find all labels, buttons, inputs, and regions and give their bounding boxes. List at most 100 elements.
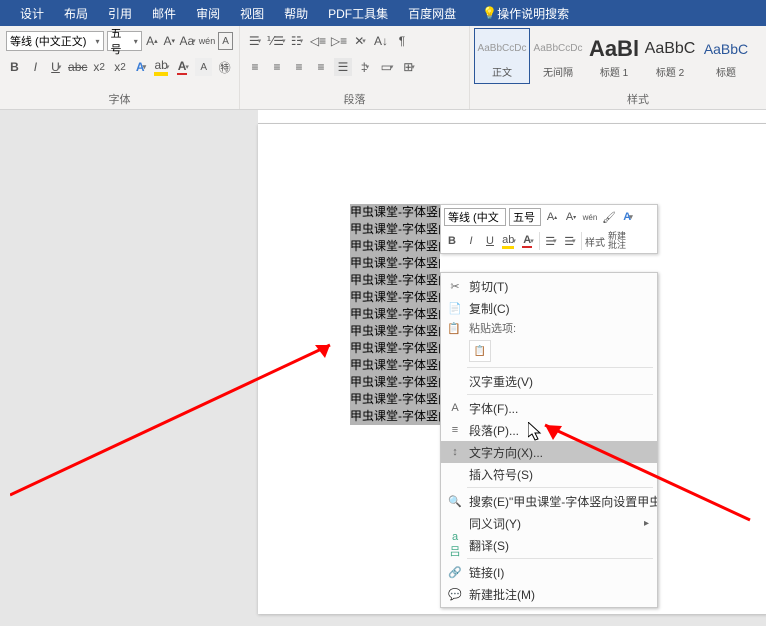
menu-copy[interactable]: 📄复制(C) (441, 297, 657, 319)
shading-button[interactable]: ▭ ▾ (378, 58, 396, 76)
mini-font-name[interactable]: 等线 (中文 (444, 208, 506, 226)
tab-baidu-netdisk[interactable]: 百度网盘 (398, 0, 466, 26)
char-border-button[interactable]: A (218, 32, 233, 50)
asian-layout-button[interactable]: ✕ ▾ (351, 32, 369, 50)
shrink-font-button[interactable]: A▾ (162, 32, 176, 50)
tab-view[interactable]: 视图 (230, 0, 274, 26)
styles-group: AaBbCcDc 正文 AaBbCcDc 无间隔 AaBl 标题 1 AaBbC… (470, 26, 766, 109)
line-spacing-button[interactable]: ‡ ▾ (356, 58, 374, 76)
tab-help[interactable]: 帮助 (274, 0, 318, 26)
menu-text-direction[interactable]: ↕文字方向(X)... (441, 441, 657, 463)
mini-bold[interactable]: B (444, 233, 460, 249)
menu-font[interactable]: A字体(F)... (441, 397, 657, 419)
superscript-button[interactable]: x2 (112, 58, 129, 76)
menu-synonym[interactable]: 同义词(Y)▸ (441, 512, 657, 534)
ribbon-body: 等线 (中文正文)▾ 五号▾ A▴ A▾ Aa ▾ wén A B I U ▾ … (0, 26, 766, 110)
tab-review[interactable]: 审阅 (186, 0, 230, 26)
multilevel-list-button[interactable]: ☷ ▾ (288, 32, 306, 50)
font-color-button[interactable]: A ▾ (174, 58, 191, 76)
selected-text-block[interactable]: 甲虫课堂-字体竖向设置 甲虫课堂-字体竖向 甲虫课堂-字体竖向 甲虫课堂-字体竖… (350, 204, 440, 425)
char-shading-button[interactable]: A (195, 58, 212, 76)
style-normal[interactable]: AaBbCcDc 正文 (474, 28, 530, 84)
text-line: 甲虫课堂-字体竖向设置 (350, 255, 440, 272)
translate-icon: a吕 (447, 531, 463, 559)
menu-hanzi-reconvert[interactable]: 汉字重选(V) (441, 370, 657, 392)
paragraph-group-label: 段落 (240, 91, 469, 107)
bullets-button[interactable]: ☰ ▾ (246, 32, 264, 50)
style-no-spacing[interactable]: AaBbCcDc 无间隔 (530, 28, 586, 84)
text-line: 甲虫课堂-字体竖向 (350, 272, 440, 289)
tell-me[interactable]: 💡 操作说明搜索 (472, 0, 579, 26)
numbering-button[interactable]: ⅟☰ ▾ (267, 32, 285, 50)
menu-insert-symbol[interactable]: 插入符号(S) (441, 463, 657, 485)
mini-new-comment[interactable]: 新建 批注 (608, 233, 626, 249)
align-left-button[interactable]: ≡ (246, 58, 264, 76)
text-line: 甲虫课堂-字体竖向 (350, 289, 440, 306)
horizontal-ruler[interactable] (258, 110, 766, 124)
text-effects-button[interactable]: A ▾ (133, 58, 150, 76)
ribbon-tab-bar: 设计 布局 引用 邮件 审阅 视图 帮助 PDF工具集 百度网盘 💡 操作说明搜… (0, 0, 766, 26)
menu-search[interactable]: 🔍搜索(E)"甲虫课堂-字体竖向设置甲虫课... (441, 490, 657, 512)
style-heading-1[interactable]: AaBl 标题 1 (586, 28, 642, 84)
change-case-button[interactable]: Aa ▾ (179, 32, 195, 50)
mini-format-painter[interactable]: 🖌 (601, 209, 617, 225)
mini-italic[interactable]: I (463, 233, 479, 249)
strikethrough-button[interactable]: abc (69, 58, 87, 76)
mini-font-color[interactable]: A▾ (520, 233, 536, 249)
align-distribute-button[interactable]: ☰ (334, 58, 352, 76)
mini-shrink-font[interactable]: A▾ (563, 209, 579, 225)
tab-design[interactable]: 设计 (10, 0, 54, 26)
subscript-button[interactable]: x2 (91, 58, 108, 76)
align-justify-button[interactable]: ≡ (312, 58, 330, 76)
bold-button[interactable]: B (6, 58, 23, 76)
underline-button[interactable]: U ▾ (48, 58, 65, 76)
style-title[interactable]: AaBbC 标题 (698, 28, 754, 84)
align-center-button[interactable]: ≡ (268, 58, 286, 76)
mouse-cursor (528, 422, 544, 442)
style-heading-2[interactable]: AaBbC 标题 2 (642, 28, 698, 84)
increase-indent-button[interactable]: ▷≡ (330, 32, 348, 50)
borders-button[interactable]: ⊞ ▾ (400, 58, 418, 76)
mini-toolbar: 等线 (中文 五号 A▴ A▾ wén 🖌 A▾ B I U ab▾ A▾ ☰▾… (440, 204, 658, 254)
menu-paste-options-label: 📋粘贴选项: (441, 319, 657, 337)
mini-highlight[interactable]: ab▾ (501, 233, 517, 249)
mini-text-effects[interactable]: A▾ (620, 209, 636, 225)
font-name-combo[interactable]: 等线 (中文正文)▾ (6, 31, 104, 51)
text-line: 甲虫课堂-字体竖向 (350, 221, 440, 238)
tab-mailings[interactable]: 邮件 (142, 0, 186, 26)
sort-button[interactable]: A↓ (372, 32, 390, 50)
mini-underline[interactable]: U (482, 233, 498, 249)
text-line: 甲虫课堂-字体竖向 (350, 408, 440, 425)
paragraph-icon: ≡ (447, 424, 463, 436)
search-icon: 🔍 (447, 495, 463, 508)
text-line: 甲虫课堂-字体竖向 (350, 357, 440, 374)
mini-bullets[interactable]: ☰▾ (543, 233, 559, 249)
grow-font-button[interactable]: A▴ (145, 32, 159, 50)
mini-numbering[interactable]: ☰▾ (562, 233, 578, 249)
mini-phonetic[interactable]: wén (582, 209, 598, 225)
align-right-button[interactable]: ≡ (290, 58, 308, 76)
tab-references[interactable]: 引用 (98, 0, 142, 26)
menu-cut[interactable]: ✂剪切(T) (441, 275, 657, 297)
decrease-indent-button[interactable]: ◁≡ (309, 32, 327, 50)
tab-layout[interactable]: 布局 (54, 0, 98, 26)
mini-grow-font[interactable]: A▴ (544, 209, 560, 225)
paragraph-group: ☰ ▾ ⅟☰ ▾ ☷ ▾ ◁≡ ▷≡ ✕ ▾ A↓ ¶ ≡ ≡ ≡ ≡ ☰ ‡ … (240, 26, 470, 109)
menu-translate[interactable]: a吕翻译(S) (441, 534, 657, 556)
show-formatting-button[interactable]: ¶ (393, 32, 411, 50)
font-size-combo[interactable]: 五号▾ (107, 31, 142, 51)
chevron-right-icon: ▸ (644, 518, 649, 529)
copy-icon: 📄 (447, 302, 463, 315)
paste-keep-source[interactable]: 📋 (469, 340, 491, 362)
italic-button[interactable]: I (27, 58, 44, 76)
phonetic-guide-button[interactable]: wén (199, 32, 216, 50)
tab-pdf-tools[interactable]: PDF工具集 (318, 0, 398, 26)
highlight-button[interactable]: ab▾ (153, 58, 170, 76)
menu-link[interactable]: 🔗链接(I) (441, 561, 657, 583)
enclose-char-button[interactable]: ㊕ (216, 58, 233, 76)
mini-font-size[interactable]: 五号 (509, 208, 541, 226)
menu-new-comment[interactable]: 💬新建批注(M) (441, 583, 657, 605)
text-line: 甲虫课堂-字体竖向设置 (350, 204, 440, 221)
menu-paragraph[interactable]: ≡段落(P)... (441, 419, 657, 441)
mini-styles[interactable]: 样式 (585, 233, 605, 249)
